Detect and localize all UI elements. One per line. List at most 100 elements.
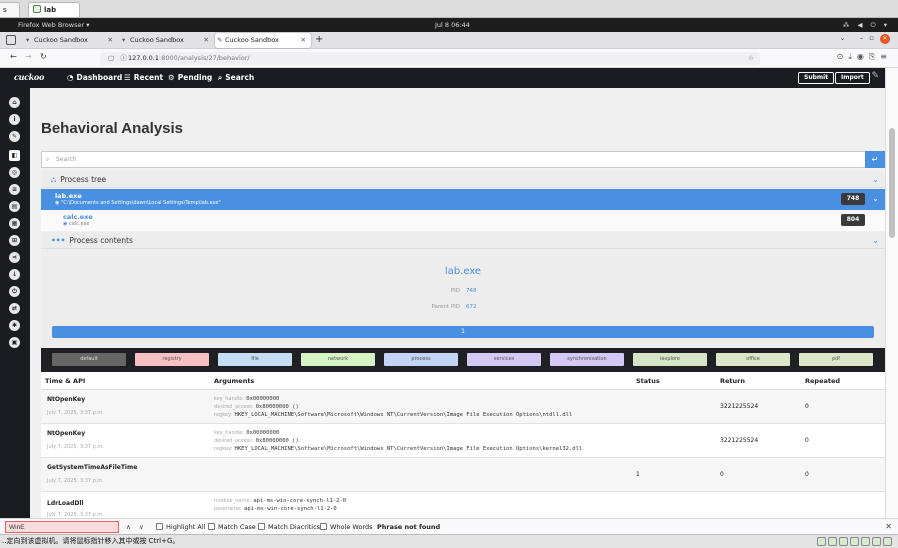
share-icon[interactable]: ⋖ xyxy=(9,252,20,263)
import-button[interactable]: Import xyxy=(835,72,870,84)
cd-icon[interactable] xyxy=(828,537,837,546)
compare-icon[interactable]: ⇄ xyxy=(9,303,20,314)
minimize-icon[interactable]: – xyxy=(860,34,870,42)
pencil-icon[interactable]: ✎ xyxy=(9,131,20,142)
process-name[interactable]: lab.exe xyxy=(55,192,82,200)
account-icon[interactable]: ◉ xyxy=(857,52,869,61)
category-file-button[interactable]: file xyxy=(218,353,292,366)
list-tabs-icon[interactable]: ⌄ xyxy=(840,34,852,42)
hdd-icon[interactable] xyxy=(817,537,826,546)
dashboard-icon: ◔ xyxy=(67,73,74,82)
find-next-icon[interactable]: ∨ xyxy=(139,519,144,535)
home-icon[interactable]: ⌂ xyxy=(9,97,20,108)
scrollbar-thumb[interactable] xyxy=(889,128,895,238)
chevron-down-icon[interactable]: ⌄ xyxy=(872,194,879,203)
category-synchronisation-button[interactable]: synchronisation xyxy=(550,353,624,366)
category-process-button[interactable]: process xyxy=(384,353,458,366)
table-row: GetSystemTimeAsFileTime July 7, 2025, 3:… xyxy=(41,458,885,492)
close-tab-icon[interactable]: ✕ xyxy=(108,33,113,48)
settings-icon[interactable]: ✱ xyxy=(9,320,20,331)
browser-tab-active[interactable]: ✎ Cuckoo Sandbox ✕ xyxy=(215,33,311,48)
extensions-icon[interactable]: ⎘ xyxy=(869,52,880,61)
arg-line: regkey: HKEY_LOCAL_MACHINE\Software\Micr… xyxy=(214,410,572,418)
process-tree-header[interactable]: ⛬ Process tree ⌄ xyxy=(41,171,885,188)
find-previous-icon[interactable]: ∧ xyxy=(126,519,131,535)
sidebar-toggle-icon[interactable] xyxy=(6,35,16,45)
search-submit-button[interactable]: ↵ xyxy=(865,151,885,168)
category-iexplore-button[interactable]: iexplore xyxy=(633,353,707,366)
page-scrollbar[interactable] xyxy=(885,68,898,518)
new-tab-button[interactable]: + xyxy=(315,32,323,48)
forward-icon[interactable]: → xyxy=(25,52,32,61)
find-input[interactable] xyxy=(5,521,119,533)
download-icon[interactable]: ↓ xyxy=(9,269,20,280)
usb-icon[interactable] xyxy=(850,537,859,546)
nav-search[interactable]: ⌕ Search xyxy=(218,73,254,83)
vm-status-text: ..定向到该虚拟机。请将鼠标指针移入其中或按 Ctrl+G。 xyxy=(2,537,180,545)
system-tray[interactable]: ⁂ ◀ ⏻ ▾ xyxy=(843,18,890,32)
pagination-page-1[interactable]: 1 xyxy=(52,326,874,338)
submit-button[interactable]: Submit xyxy=(798,72,835,84)
process-row-selected[interactable]: lab.exe ◉ "C:\Documents and Settings\daw… xyxy=(41,189,885,210)
memory-icon[interactable]: ▦ xyxy=(9,218,20,229)
grid-icon[interactable]: ⊞ xyxy=(9,235,20,246)
close-tab-icon[interactable]: ✕ xyxy=(301,33,306,48)
back-icon[interactable]: ← xyxy=(10,52,17,61)
behavior-icon[interactable]: ◧ xyxy=(9,150,20,161)
match-diacritics-checkbox[interactable]: Match Diacritics xyxy=(258,519,320,535)
printer-icon[interactable] xyxy=(861,537,870,546)
sound-icon[interactable] xyxy=(872,537,881,546)
nav-recent[interactable]: ☰ Recent xyxy=(124,73,163,82)
search-input[interactable]: ⌕ Search ↵ xyxy=(41,151,885,168)
close-tab-icon[interactable]: ✕ xyxy=(204,33,209,48)
category-office-button[interactable]: office xyxy=(716,353,790,366)
site-info-icon[interactable]: ▢ ⓘ xyxy=(108,52,129,65)
nav-dashboard[interactable]: ◔ Dashboard xyxy=(67,73,122,82)
display-icon[interactable] xyxy=(883,537,892,546)
category-services-button[interactable]: services xyxy=(467,353,541,366)
power-icon[interactable]: ⏻ xyxy=(9,286,20,297)
cuckoo-logo[interactable]: cuckoo xyxy=(14,72,44,82)
process-cmd: ◉ calc.exe xyxy=(63,221,89,227)
pocket-icon[interactable]: ⊙ xyxy=(837,52,849,61)
category-pdf-button[interactable]: pdf xyxy=(799,353,873,366)
lock-icon[interactable]: ▣ xyxy=(9,337,20,348)
browser-tab[interactable]: ▾ Cuckoo Sandbox ✕ xyxy=(24,33,118,48)
info-icon[interactable]: i xyxy=(9,114,20,125)
match-case-checkbox[interactable]: Match Case xyxy=(208,519,256,535)
file-icon[interactable]: ▤ xyxy=(9,201,20,212)
host-tab-lab[interactable]: lab xyxy=(28,2,80,17)
host-tab[interactable]: s xyxy=(0,2,20,17)
chevron-down-icon[interactable]: ⌄ xyxy=(872,171,879,188)
process-row[interactable]: calc.exe ◉ calc.exe 804 xyxy=(41,210,885,231)
process-name[interactable]: calc.exe xyxy=(63,213,93,221)
network-icon[interactable] xyxy=(839,537,848,546)
ppid-info: Parent PID 672 xyxy=(41,304,885,310)
chevron-down-icon[interactable]: ⌄ xyxy=(872,232,879,249)
menu-icon[interactable]: ≡ xyxy=(880,52,892,61)
eye-icon[interactable]: ◉ xyxy=(55,200,59,206)
active-app-menu[interactable]: Firefox Web Browser ▾ xyxy=(18,18,89,32)
browser-tab[interactable]: ▾ Cuckoo Sandbox ✕ xyxy=(120,33,214,48)
close-window-icon[interactable]: ✕ xyxy=(880,34,890,44)
nav-pending[interactable]: ⚙ Pending xyxy=(168,73,212,82)
desktop-top-panel: Firefox Web Browser ▾ Jul 8 06:44 ⁂ ◀ ⏻ … xyxy=(0,18,898,32)
category-default-button[interactable]: default xyxy=(52,353,126,366)
whole-words-checkbox[interactable]: Whole Words xyxy=(320,519,373,535)
theme-brush-icon[interactable]: ✎ xyxy=(871,71,879,81)
close-find-icon[interactable]: ✕ xyxy=(885,519,892,535)
bookmark-star-icon[interactable]: ☆ xyxy=(748,52,754,65)
reload-icon[interactable]: ↻ xyxy=(40,52,47,61)
list-icon[interactable]: ≡ xyxy=(9,184,20,195)
downloads-icon[interactable]: ⤓ xyxy=(848,52,857,61)
globe-icon[interactable]: ◎ xyxy=(9,167,20,178)
category-registry-button[interactable]: registry xyxy=(135,353,209,366)
category-network-button[interactable]: network xyxy=(301,353,375,366)
arg-line: module_name: api-ms-win-core-synch-l1-2-… xyxy=(214,496,346,504)
url-bar[interactable]: ▢ ⓘ 127.0.0.1:8000/analysis/27/behavior/… xyxy=(100,52,760,65)
eye-icon[interactable]: ◉ xyxy=(63,221,67,227)
clock[interactable]: Jul 8 06:44 xyxy=(435,18,470,32)
highlight-all-checkbox[interactable]: Highlight All xyxy=(156,519,205,535)
restore-icon[interactable]: ▫ xyxy=(869,34,880,42)
process-contents-header[interactable]: ••• Process contents ⌄ xyxy=(41,232,885,249)
